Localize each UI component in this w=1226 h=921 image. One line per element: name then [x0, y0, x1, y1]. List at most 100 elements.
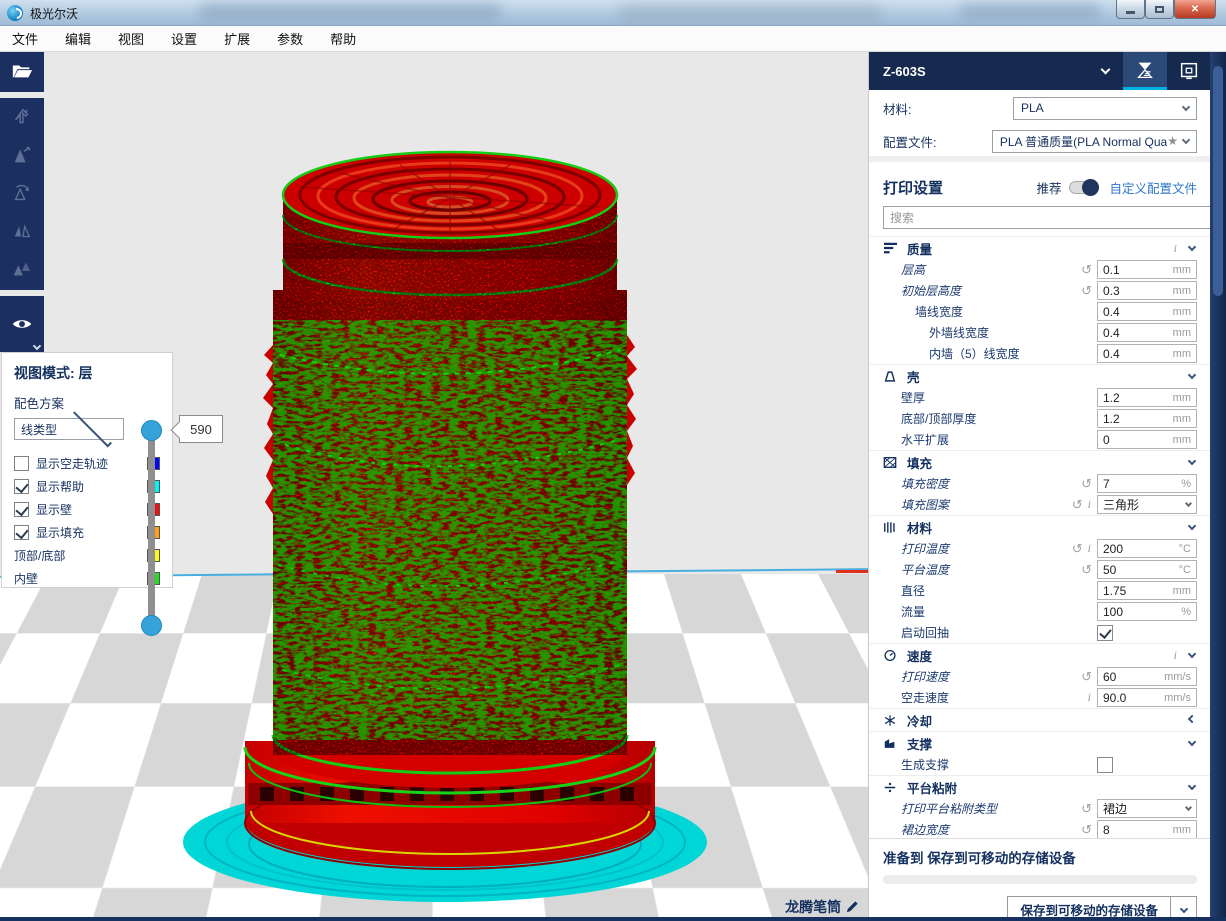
- minimize-button[interactable]: [1116, 0, 1145, 19]
- menu-extensions[interactable]: 扩展: [224, 29, 250, 48]
- section-adhesion[interactable]: 平台粘附: [869, 775, 1211, 798]
- print-temperature-input[interactable]: 200°C: [1097, 539, 1197, 558]
- eye-icon: [11, 313, 33, 335]
- tab-prepare[interactable]: [1123, 52, 1167, 90]
- panel-scrollbar[interactable]: [1210, 52, 1226, 921]
- per-model-settings-button[interactable]: [0, 250, 44, 288]
- section-shell[interactable]: 壳: [869, 364, 1211, 387]
- reset-icon[interactable]: ↺: [1081, 263, 1092, 276]
- shell-icon: [883, 369, 899, 383]
- move-icon: [11, 106, 33, 128]
- scrollbar-thumb[interactable]: [1213, 66, 1223, 296]
- reset-icon[interactable]: ↺: [1081, 670, 1092, 683]
- horizontal-expansion-input[interactable]: 0mm: [1097, 430, 1197, 449]
- chevron-down-icon[interactable]: [1101, 65, 1111, 75]
- chevron-down-icon: [1179, 904, 1187, 912]
- inner-wall-line-width-input[interactable]: 0.4mm: [1097, 344, 1197, 363]
- chevron-down-icon: [1188, 371, 1196, 379]
- show-travels-checkbox[interactable]: [14, 456, 29, 471]
- reset-icon[interactable]: ↺: [1081, 802, 1092, 815]
- chevron-down-icon: [1188, 522, 1196, 530]
- layer-height-input[interactable]: 0.1mm: [1097, 260, 1197, 279]
- reset-icon[interactable]: ↺: [1072, 542, 1083, 555]
- menu-view[interactable]: 视图: [118, 29, 144, 48]
- reset-icon[interactable]: ↺: [1081, 563, 1092, 576]
- menu-help[interactable]: 帮助: [330, 29, 356, 48]
- section-support[interactable]: 支撑: [869, 731, 1211, 754]
- travel-speed-input[interactable]: 90.0mm/s: [1097, 688, 1197, 707]
- section-quality[interactable]: 质量 i: [869, 236, 1211, 259]
- enable-retraction-checkbox[interactable]: [1097, 625, 1113, 641]
- custom-profile-link[interactable]: 自定义配置文件: [1109, 178, 1197, 197]
- infill-pattern-select[interactable]: 三角形: [1097, 495, 1197, 514]
- reset-icon[interactable]: ↺: [1081, 823, 1092, 836]
- menu-edit[interactable]: 编辑: [65, 29, 91, 48]
- menu-settings[interactable]: 设置: [171, 29, 197, 48]
- adhesion-type-select[interactable]: 裙边: [1097, 799, 1197, 818]
- app-window: 极光尔沃 ✕ 文件 编辑 视图 设置 扩展 参数 帮助: [0, 0, 1226, 921]
- show-infill-checkbox[interactable]: [14, 525, 29, 540]
- material-label: 材料:: [883, 99, 1013, 118]
- material-select[interactable]: PLA: [1013, 97, 1197, 120]
- settings-search-input[interactable]: 搜索: [883, 206, 1211, 229]
- profile-select[interactable]: PLA 普通质量(PLA Normal Qua ★: [992, 130, 1197, 153]
- reset-icon[interactable]: ↺: [1081, 284, 1092, 297]
- settings-list: 质量 i 层高↺0.1mm 初始层高度↺0.3mm 墙线宽度0.4mm 外墙线宽…: [869, 236, 1211, 836]
- wall-thickness-input[interactable]: 1.2mm: [1097, 388, 1197, 407]
- chevron-down-icon: [1182, 136, 1190, 144]
- section-cooling[interactable]: 冷却: [869, 708, 1211, 731]
- legend-row-travels: 显示空走轨迹: [14, 452, 160, 475]
- wall-line-width-input[interactable]: 0.4mm: [1097, 302, 1197, 321]
- chevron-down-icon: [1188, 243, 1196, 251]
- rotate-tool-button[interactable]: [0, 174, 44, 212]
- chevron-down-icon: [1182, 103, 1190, 111]
- mirror-tool-button[interactable]: [0, 212, 44, 250]
- rotate-icon: [11, 182, 33, 204]
- view-options-button[interactable]: [0, 296, 44, 352]
- tab-monitor[interactable]: [1167, 52, 1211, 90]
- section-material[interactable]: 材料: [869, 515, 1211, 538]
- section-infill[interactable]: 填充: [869, 450, 1211, 473]
- close-button[interactable]: ✕: [1174, 0, 1216, 19]
- 3d-viewport[interactable]: 视图模式: 层 配色方案 线类型 显示空走轨迹 显示帮助 显示壁: [0, 52, 868, 921]
- diameter-input[interactable]: 1.75mm: [1097, 581, 1197, 600]
- generate-support-checkbox[interactable]: [1097, 757, 1113, 773]
- recommended-custom-toggle[interactable]: [1069, 181, 1099, 194]
- app-logo-icon: [7, 5, 23, 21]
- show-shell-checkbox[interactable]: [14, 502, 29, 517]
- section-speed[interactable]: 速度 i: [869, 643, 1211, 666]
- brim-width-input[interactable]: 8mm: [1097, 820, 1197, 839]
- maximize-button[interactable]: [1145, 0, 1174, 19]
- window-bottom-border: [0, 917, 1226, 921]
- chevron-down-icon: [1185, 500, 1192, 507]
- support-icon: [883, 736, 899, 750]
- layer-slider-lower-handle[interactable]: [141, 615, 162, 636]
- layer-slider-upper-handle[interactable]: [141, 420, 162, 441]
- initial-layer-height-input[interactable]: 0.3mm: [1097, 281, 1197, 300]
- print-speed-input[interactable]: 60mm/s: [1097, 667, 1197, 686]
- legend-row-topbottom: 顶部/底部: [14, 544, 160, 567]
- chevron-down-icon: [73, 408, 112, 447]
- bed-temperature-input[interactable]: 50°C: [1097, 560, 1197, 579]
- print-settings-title: 打印设置: [883, 177, 1036, 198]
- chevron-left-icon: [1188, 715, 1196, 723]
- outer-wall-line-width-input[interactable]: 0.4mm: [1097, 323, 1197, 342]
- model-body: [263, 290, 637, 788]
- top-bottom-thickness-input[interactable]: 1.2mm: [1097, 409, 1197, 428]
- layer-slider-track[interactable]: [148, 424, 155, 632]
- reset-icon[interactable]: ↺: [1072, 498, 1083, 511]
- flow-input[interactable]: 100%: [1097, 602, 1197, 621]
- open-file-button[interactable]: [0, 52, 44, 90]
- reset-icon[interactable]: ↺: [1081, 477, 1092, 490]
- show-helpers-checkbox[interactable]: [14, 479, 29, 494]
- color-scheme-select[interactable]: 线类型: [14, 418, 124, 440]
- rename-model-icon[interactable]: [845, 899, 860, 915]
- menu-file[interactable]: 文件: [12, 29, 38, 48]
- move-tool-button[interactable]: [0, 98, 44, 136]
- info-icon: i: [1174, 648, 1177, 663]
- model-top-rim: [283, 152, 617, 300]
- scale-tool-button[interactable]: [0, 136, 44, 174]
- printer-name[interactable]: Z-603S: [883, 64, 1102, 79]
- infill-density-input[interactable]: 7%: [1097, 474, 1197, 493]
- menu-parameters[interactable]: 参数: [277, 29, 303, 48]
